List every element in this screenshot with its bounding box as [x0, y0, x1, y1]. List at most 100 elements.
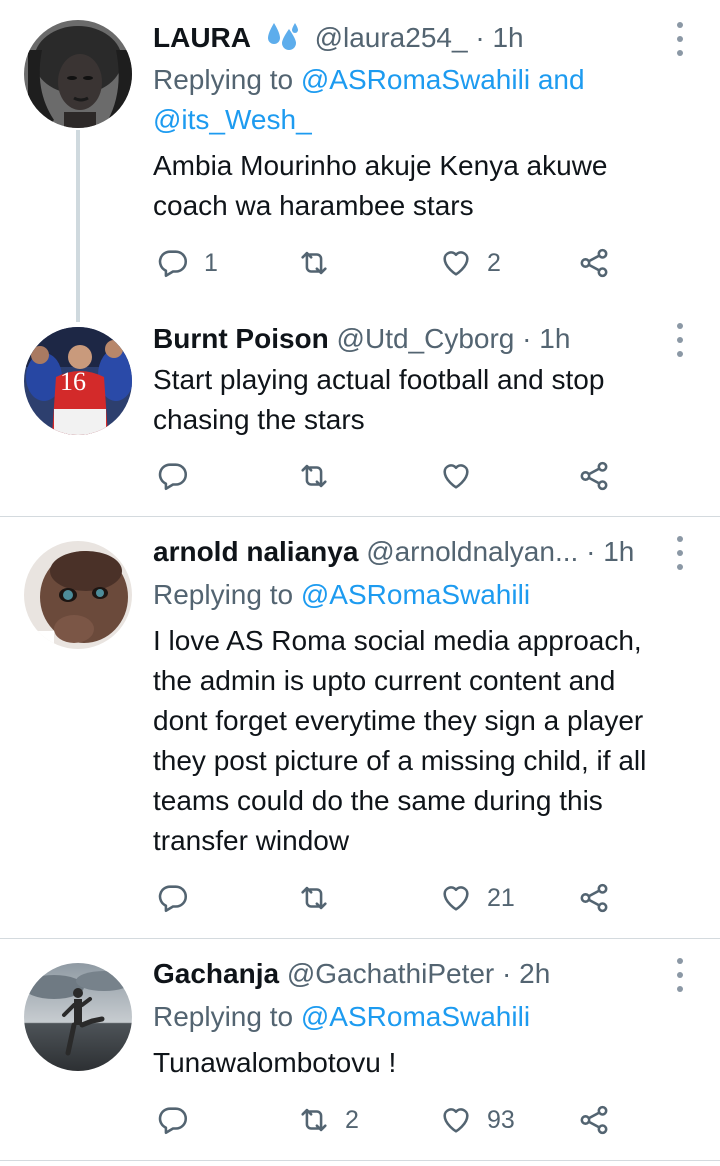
reply-icon [158, 463, 188, 491]
tweet-burnt-poison[interactable]: 16 Burnt Poison @Utd_Cyborg · 1h Start p… [0, 310, 720, 516]
more-options-icon[interactable] [668, 323, 692, 357]
tweet-text: Start playing actual football and stop c… [153, 360, 703, 440]
avatar-photo [24, 20, 132, 128]
tweet-text-line: they post picture of a missing child, if… [153, 745, 647, 776]
tweet-text-line: Ambia Mourinho akuje Kenya akuwe [153, 150, 608, 181]
tweet-header: Gachanja @GachathiPeter · 2h [153, 956, 670, 992]
share-button[interactable] [577, 243, 611, 283]
user-handle[interactable]: @arnoldnalyan... [366, 536, 578, 567]
tweet-actions: 2 93 [153, 1100, 623, 1140]
reply-button[interactable] [156, 456, 204, 496]
tweet-text-line: coach wa harambee stars [153, 190, 474, 221]
retweet-icon [301, 1108, 327, 1132]
like-count: 93 [487, 1105, 515, 1134]
tweet-header: LAURA @laura254_ · 1h [153, 20, 670, 56]
like-button[interactable]: 2 [439, 243, 501, 283]
tweet-actions [153, 456, 623, 496]
display-name[interactable]: arnold nalianya [153, 536, 358, 567]
thread-line [76, 130, 80, 322]
share-icon [580, 883, 608, 913]
mention-link[interactable]: @ASRomaSwahili [301, 1001, 530, 1032]
avatar[interactable] [24, 20, 132, 128]
user-handle[interactable]: @laura254_ [315, 22, 468, 53]
like-count: 21 [487, 883, 515, 912]
display-name[interactable]: LAURA [153, 22, 251, 53]
retweet-button[interactable] [297, 243, 331, 283]
replying-to: Replying to @ASRomaSwahili [153, 997, 696, 1037]
mention-link[interactable]: @ASRomaSwahili [301, 579, 530, 610]
display-name[interactable]: Burnt Poison [153, 323, 329, 354]
separator-dot: · [475, 22, 485, 53]
avatar-photo [24, 541, 132, 649]
heart-icon [443, 886, 469, 911]
more-options-icon[interactable] [668, 958, 692, 992]
retweet-button[interactable]: 2 [297, 1100, 359, 1140]
timestamp[interactable]: 1h [539, 323, 570, 354]
user-handle[interactable]: @Utd_Cyborg [337, 323, 515, 354]
timestamp[interactable]: 1h [603, 536, 634, 567]
tweet-text-line: teams could do the same during this [153, 785, 603, 816]
timestamp[interactable]: 1h [492, 22, 523, 53]
tweet-text-line: Start playing actual football and stop [153, 364, 605, 395]
heart-icon [443, 251, 469, 276]
timestamp[interactable]: 2h [519, 958, 550, 989]
reply-icon [158, 250, 188, 278]
tweet-text-line: the admin is upto current content and [153, 665, 616, 696]
avatar[interactable] [24, 541, 132, 649]
like-count: 2 [487, 248, 501, 277]
tweet-arnold-nalianya[interactable]: arnold nalianya @arnoldnalyan... · 1h Re… [0, 517, 720, 938]
tweet-text-line: Tunawalombotovu ! [153, 1047, 397, 1078]
tweet-gachanja[interactable]: Gachanja @GachathiPeter · 2h Replying to… [0, 939, 720, 1161]
tweet-text: Tunawalombotovu ! [153, 1043, 703, 1083]
like-button[interactable]: 21 [439, 878, 515, 918]
share-button[interactable] [577, 1100, 611, 1140]
retweet-icon [301, 464, 327, 488]
tweet-actions: 21 [153, 878, 623, 918]
avatar[interactable] [24, 963, 132, 1071]
reply-count: 1 [204, 248, 218, 277]
separator-dot: · [586, 536, 596, 567]
replying-to: Replying to @ASRomaSwahili and @its_Wesh… [153, 60, 696, 140]
more-options-icon[interactable] [668, 536, 692, 570]
like-button[interactable] [439, 456, 473, 496]
share-icon [580, 1105, 608, 1135]
reply-button[interactable] [156, 1100, 204, 1140]
more-options-icon[interactable] [668, 22, 692, 56]
heart-icon [443, 464, 469, 489]
like-button[interactable]: 93 [439, 1100, 515, 1140]
tweet-text-line: dont forget everytime they sign a player [153, 705, 644, 736]
droplets-emoji-icon [265, 21, 301, 50]
tweet-text: Ambia Mourinho akuje Kenya akuwe coach w… [153, 146, 703, 226]
retweet-icon [301, 251, 327, 275]
display-name[interactable]: Gachanja [153, 958, 279, 989]
replying-to-label: Replying to [153, 579, 294, 610]
avatar-photo [24, 963, 132, 1071]
retweet-button[interactable] [297, 878, 331, 918]
reply-button[interactable] [156, 878, 204, 918]
user-handle[interactable]: @GachathiPeter [287, 958, 494, 989]
avatar-jersey-number: 16 [60, 367, 86, 396]
tweet-divider [0, 1160, 720, 1161]
share-button[interactable] [577, 878, 611, 918]
retweet-button[interactable] [297, 456, 331, 496]
tweet-text-line: transfer window [153, 825, 350, 856]
separator-dot: · [502, 958, 512, 989]
replying-to-label: Replying to [153, 64, 294, 95]
tweet-laura[interactable]: LAURA @laura254_ · 1h Replying to @ASRom… [0, 0, 720, 322]
retweet-count: 2 [345, 1105, 359, 1134]
mention-link[interactable]: @ASRomaSwahili and [301, 64, 585, 95]
retweet-icon [301, 886, 327, 910]
tweet-header: Burnt Poison @Utd_Cyborg · 1h [153, 321, 670, 357]
replying-to-label: Replying to [153, 1001, 294, 1032]
tweet-header: arnold nalianya @arnoldnalyan... · 1h [153, 534, 670, 570]
reply-icon [158, 1107, 188, 1135]
tweet-actions: 1 2 [153, 243, 623, 283]
separator-dot: · [522, 323, 532, 354]
avatar[interactable]: 16 [24, 327, 132, 435]
share-icon [580, 248, 608, 278]
share-button[interactable] [577, 456, 611, 496]
reply-button[interactable]: 1 [156, 243, 218, 283]
mention-link[interactable]: @its_Wesh_ [153, 104, 312, 135]
replying-to: Replying to @ASRomaSwahili [153, 575, 696, 615]
tweet-text: I love AS Roma social media approach, th… [153, 621, 703, 861]
